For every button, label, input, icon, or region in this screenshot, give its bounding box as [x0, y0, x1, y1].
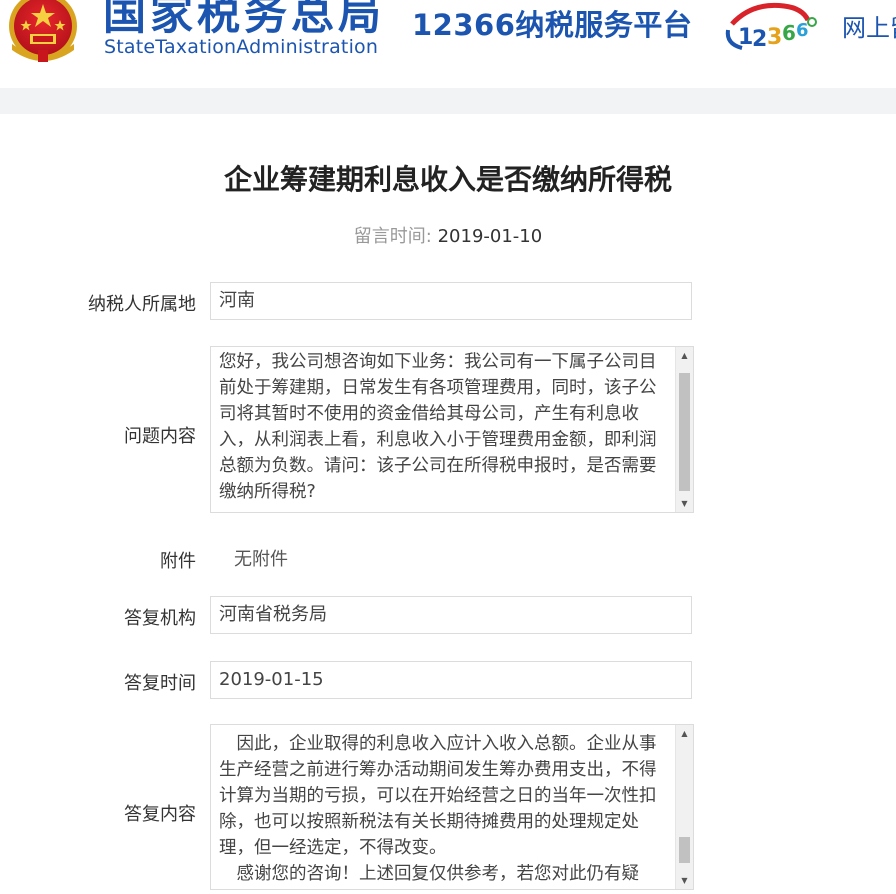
- scroll-down-icon[interactable]: ▼: [676, 495, 693, 512]
- scroll-thumb[interactable]: [679, 373, 690, 491]
- platform-name: 12366纳税服务平台: [412, 8, 693, 42]
- attachment-value: 无附件: [234, 549, 288, 570]
- page-title: 企业筹建期利息收入是否缴纳所得税: [223, 163, 672, 196]
- brand-name-en: StateTaxationAdministration: [104, 36, 379, 58]
- attachment-label: 附件: [160, 551, 196, 572]
- site-header: 国家税务总局 StateTaxationAdministration 12366…: [0, 0, 896, 88]
- region-field[interactable]: 河南: [210, 282, 692, 320]
- question-label: 问题内容: [124, 426, 196, 447]
- post-time: 留言时间: 2019-01-10: [0, 222, 896, 248]
- svg-text:6: 6: [782, 21, 796, 45]
- question-scrollbar[interactable]: ▲ ▼: [675, 347, 693, 512]
- reply-time-field[interactable]: 2019-01-15: [210, 661, 692, 699]
- question-text: 您好，我公司想咨询如下业务：我公司有一下属子公司目前处于筹建期，日常发生有各项管…: [219, 352, 657, 502]
- agency-field[interactable]: 河南省税务局: [210, 596, 692, 634]
- online-message-link[interactable]: 网上留: [842, 8, 896, 43]
- reply-label: 答复内容: [124, 804, 196, 825]
- reply-scrollbar[interactable]: ▲ ▼: [675, 725, 693, 889]
- region-label: 纳税人所属地: [88, 294, 196, 315]
- svg-text:2: 2: [752, 27, 767, 52]
- svg-text:3: 3: [767, 25, 782, 50]
- reply-text: 因此，企业取得的利息收入应计入收入总额。企业从事生产经营之前进行筹办活动期间发生…: [219, 731, 673, 887]
- svg-text:6: 6: [796, 20, 809, 41]
- reply-paragraph: 因此，企业取得的利息收入应计入收入总额。企业从事生产经营之前进行筹办活动期间发生…: [219, 734, 657, 858]
- scroll-up-icon[interactable]: ▲: [676, 347, 693, 364]
- nav-bar: [0, 88, 896, 114]
- scroll-down-icon[interactable]: ▼: [676, 872, 693, 889]
- 12366-logo-icon: 1 2 3 6 6: [725, 2, 817, 52]
- reply-paragraph: 感谢您的咨询！上述回复仅供参考，若您对此仍有疑: [219, 864, 639, 884]
- post-time-label: 留言时间:: [353, 226, 432, 247]
- reply-textarea[interactable]: 因此，企业取得的利息收入应计入收入总额。企业从事生产经营之前进行筹办活动期间发生…: [210, 724, 694, 890]
- national-emblem-icon: [9, 0, 77, 62]
- post-time-value: 2019-01-10: [437, 226, 543, 247]
- scroll-thumb[interactable]: [679, 837, 690, 863]
- question-textarea[interactable]: 您好，我公司想咨询如下业务：我公司有一下属子公司目前处于筹建期，日常发生有各项管…: [210, 346, 694, 513]
- reply-time-label: 答复时间: [124, 673, 196, 694]
- scroll-up-icon[interactable]: ▲: [676, 725, 693, 742]
- agency-label: 答复机构: [124, 608, 196, 629]
